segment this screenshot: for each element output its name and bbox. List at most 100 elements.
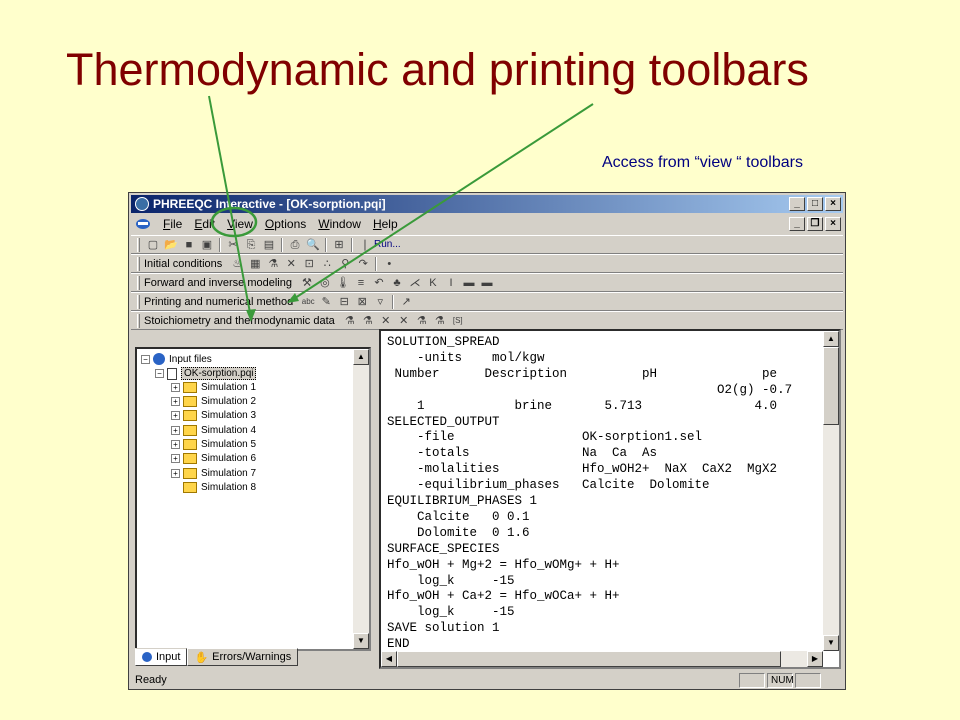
reaction-icon[interactable]: ↷ [355,257,371,271]
new-file-icon[interactable]: ▢ [145,238,161,252]
tree-scrollbar[interactable]: ▲ ▼ [353,349,369,649]
save-icon[interactable]: ■ [181,238,197,252]
doc-restore-button[interactable]: ❐ [807,217,823,231]
tree-simulation-8[interactable]: Simulation 8 [183,482,256,493]
input-files-tree[interactable]: − Input files − OK-sorption.pqi + Simulatio… [135,347,371,651]
undo-icon[interactable]: ↶ [371,276,387,290]
tree-simulation-4[interactable]: + Simulation 4 [171,425,256,436]
copy-icon[interactable]: ⎘ [243,238,259,252]
tree-root[interactable]: − Input files [141,353,212,365]
print-solution-icon[interactable]: ✎ [318,295,334,309]
thermometer-icon[interactable]: 🌡 [335,276,351,290]
editor-hscrollbar[interactable]: ◀ ▶ [381,651,823,667]
globe-icon [142,652,152,662]
tree-icon[interactable]: ♣ [389,276,405,290]
i-icon[interactable]: I [443,276,459,290]
exchange-species-icon[interactable]: ✕ [396,314,412,328]
tab-errors-warnings[interactable]: ✋ Errors/Warnings [187,648,299,666]
surface-species-icon[interactable]: ⚗ [414,314,430,328]
scroll-right-icon[interactable]: ▶ [807,651,823,667]
code-line: Dolomite 0 1.6 [387,525,530,540]
maximize-button[interactable]: □ [807,197,823,211]
tab-input[interactable]: Input [135,648,188,666]
tree-scroll-up-icon[interactable]: ▲ [353,349,369,365]
menu-edit[interactable]: Edit [188,217,221,231]
menu-help[interactable]: Help [367,217,404,231]
status-panel-empty-2 [795,673,821,688]
close-button[interactable]: × [825,197,841,211]
code-line: -file OK-sorption1.sel [387,430,703,445]
status-panel-empty [739,673,765,688]
surface-icon[interactable]: ⊡ [301,257,317,271]
window-titlebar[interactable]: PHREEQC Interactive - [OK-sorption.pqi] … [131,195,843,213]
scroll-down-icon[interactable]: ▼ [823,635,839,651]
scroll-up-icon[interactable]: ▲ [823,331,839,347]
pressure-icon[interactable]: ≡ [353,276,369,290]
run-button[interactable]: Run... [374,239,401,250]
tree-simulation-1[interactable]: + Simulation 1 [171,382,256,393]
folder-icon [183,453,197,464]
k-icon[interactable]: K [425,276,441,290]
target-icon[interactable]: ◎ [317,276,333,290]
surface-master-icon[interactable]: ⚗ [432,314,448,328]
menu-options[interactable]: Options [259,217,312,231]
solution-spread-icon[interactable]: ▦ [247,257,263,271]
tree-file[interactable]: − OK-sorption.pqi [155,367,257,380]
printing-toolbar: Printing and numerical method abc ✎ ⊟ ⊠ … [131,292,843,311]
selected-output-icon[interactable]: ⊟ [336,295,352,309]
code-line: -totals Na Ca As [387,446,658,461]
editor-vscrollbar[interactable]: ▲ ▼ [823,331,839,651]
solution-species-icon[interactable]: ⚗ [342,314,358,328]
print-icon[interactable]: ⎙ [287,238,303,252]
solution-icon[interactable]: ♨ [229,257,245,271]
code-line: END [387,637,410,652]
print-preview-icon[interactable]: 🔍 [305,238,321,252]
phreeqc-window: PHREEQC Interactive - [OK-sorption.pqi] … [128,192,846,690]
run-icon[interactable]: ❘ [357,238,373,252]
mix-icon[interactable]: ⚒ [299,276,315,290]
hscroll-thumb[interactable] [397,651,781,667]
code-line: log_k -15 [387,573,515,588]
kinetics-icon[interactable]: ⚲ [337,257,353,271]
user-print-icon[interactable]: ⊠ [354,295,370,309]
cut-icon[interactable]: ✂ [225,238,241,252]
folder-icon [183,382,197,393]
tree-simulation-2[interactable]: + Simulation 2 [171,396,256,407]
file-icon [167,367,177,380]
grid-icon[interactable]: ⊞ [331,238,347,252]
rates-icon[interactable]: [S] [450,314,466,328]
paste-icon[interactable]: ▤ [261,238,277,252]
standard-toolbar: ▢ 📂 ■ ▣ ✂ ⎘ ▤ ⎙ 🔍 ⊞ ❘ Run... [131,235,843,254]
flask-icon[interactable]: ⚗ [265,257,281,271]
knobs-icon[interactable]: ↗ [398,295,414,309]
scroll-left-icon[interactable]: ◀ [381,651,397,667]
tree-simulation-7[interactable]: + Simulation 7 [171,468,256,479]
user-punch-icon[interactable]: ▿ [372,295,388,309]
menu-window[interactable]: Window [312,217,367,231]
dot-icon[interactable]: • [381,257,397,271]
save-all-icon[interactable]: ▣ [199,238,215,252]
solution-master-icon[interactable]: ⚗ [360,314,376,328]
doc-minimize-button[interactable]: _ [789,217,805,231]
exchange-icon[interactable]: ✕ [283,257,299,271]
menu-view[interactable]: View [221,217,259,231]
tree-scroll-down-icon[interactable]: ▼ [353,633,369,649]
menu-file[interactable]: File [157,217,188,231]
tree-simulation-5[interactable]: + Simulation 5 [171,439,256,450]
minimize-button[interactable]: _ [789,197,805,211]
tree-simulation-6[interactable]: + Simulation 6 [171,453,256,464]
doc-close-button[interactable]: × [825,217,841,231]
gas-icon[interactable]: ∴ [319,257,335,271]
abc-icon[interactable]: abc [300,295,316,309]
code-line: 1 brine 5.713 4.0 [387,398,778,413]
code-line: -equilibrium_phases Calcite Dolomite [387,478,710,493]
tree-simulation-3[interactable]: + Simulation 3 [171,410,256,421]
advection-icon[interactable]: ▬ [479,276,495,290]
open-folder-icon[interactable]: 📂 [163,238,179,252]
phases-icon[interactable]: ✕ [378,314,394,328]
input-editor[interactable]: SOLUTION_SPREAD -units mol/kgw Number De… [379,329,841,669]
scroll-thumb[interactable] [823,347,839,425]
transport-icon[interactable]: ▬ [461,276,477,290]
graph-icon[interactable]: ⋌ [407,276,423,290]
code-line: -molalities Hfo_wOH2+ NaX CaX2 MgX2 [387,462,778,477]
